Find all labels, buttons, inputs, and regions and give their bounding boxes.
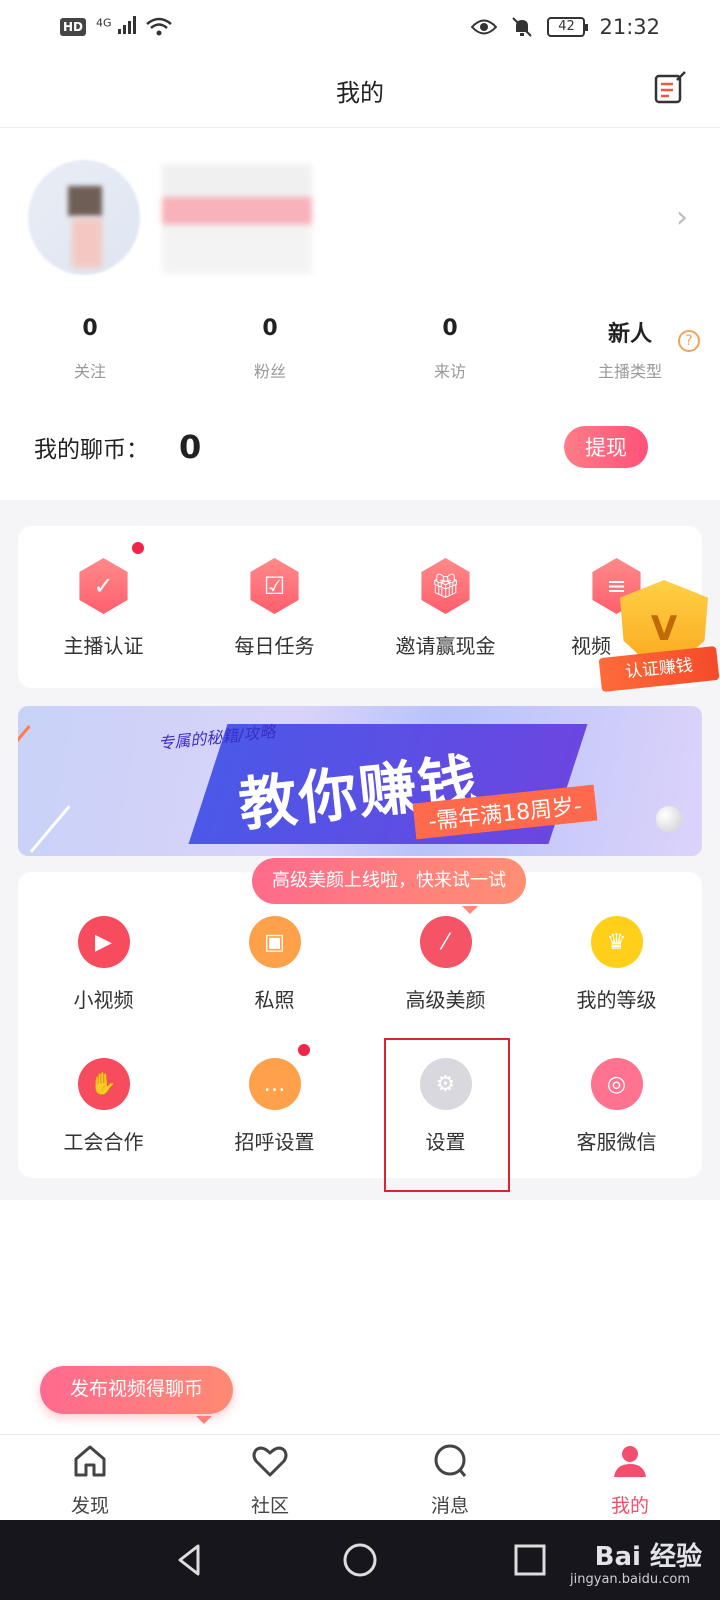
feature-short-video[interactable]: ▶ 小视频 <box>18 916 189 1013</box>
tab-messages[interactable]: 消息 <box>360 1435 540 1520</box>
page-title: 我的 <box>336 79 384 107</box>
stat-label: 关注 <box>73 362 106 381</box>
eye-icon <box>471 19 498 35</box>
feature-label: 小视频 <box>73 988 134 1012</box>
baidu-watermark-url: jingyan.baidu.com <box>570 1572 690 1587</box>
stat-following[interactable]: 0 关注 <box>0 316 180 382</box>
back-icon[interactable] <box>170 1540 210 1580</box>
chevron-right-icon[interactable]: › <box>676 200 688 235</box>
person-icon <box>614 1446 646 1477</box>
edit-icon[interactable] <box>650 68 690 108</box>
feature-label: 高级美颜 <box>405 988 486 1012</box>
action-label: 每日任务 <box>234 634 315 658</box>
chat-bubble-icon: … <box>248 1058 301 1110</box>
magic-wand-icon: ⁄ <box>419 916 472 968</box>
stat-visitors[interactable]: 0 来访 <box>360 316 540 382</box>
action-label: 主播认证 <box>63 634 144 658</box>
network-type: 4G <box>96 16 112 30</box>
beauty-tooltip[interactable]: 高级美颜上线啦，快来试一试 <box>252 858 526 914</box>
bottom-tab-bar: 发现 社区 消息 我的 <box>0 1434 720 1520</box>
page-header: 我的 <box>0 54 720 128</box>
home-circle-icon[interactable] <box>340 1540 380 1580</box>
home-icon <box>74 1445 106 1477</box>
recent-apps-icon[interactable] <box>510 1540 550 1580</box>
crown-icon: ♛ <box>590 916 643 968</box>
notification-dot <box>132 542 144 554</box>
profile-section: › 0 关注 0 粉丝 0 来访 新人 主播类型 ? 我的聊币： 0 提现 <box>0 128 720 500</box>
heart-icon <box>252 1446 288 1477</box>
banner-decoration <box>18 725 31 812</box>
tab-label: 发现 <box>70 1495 109 1517</box>
features-card: ▶ 小视频 ▣ 私照 ⁄ 高级美颜 ♛ 我的等级 ✋ 工会合作 … 招呼设置 ⚙… <box>18 872 702 1178</box>
image-icon: ▣ <box>248 916 301 968</box>
network-indicator: 4G <box>96 15 136 39</box>
settings-highlight-box <box>384 1038 510 1192</box>
feature-label: 私照 <box>254 988 295 1012</box>
feature-guild[interactable]: ✋ 工会合作 <box>18 1058 189 1155</box>
baidu-watermark: Bai 经验 <box>594 1542 702 1572</box>
message-icon <box>434 1444 467 1477</box>
stat-value: 0 <box>82 316 98 341</box>
feature-private-photo[interactable]: ▣ 私照 <box>189 916 360 1013</box>
stat-value: 0 <box>262 316 278 341</box>
feature-label: 招呼设置 <box>234 1130 315 1154</box>
banner-ball <box>656 806 682 832</box>
feature-label: 我的等级 <box>576 988 657 1012</box>
wifi-icon <box>146 17 172 36</box>
feature-my-level[interactable]: ♛ 我的等级 <box>531 916 702 1013</box>
notification-dot <box>298 1044 310 1056</box>
shield-check-icon: ✓ <box>79 558 128 614</box>
feature-label: 工会合作 <box>63 1130 144 1154</box>
stat-label: 主播类型 <box>597 362 662 381</box>
tab-label: 我的 <box>610 1495 649 1517</box>
status-time: 21:32 <box>599 15 660 39</box>
feature-greeting[interactable]: … 招呼设置 <box>189 1058 360 1155</box>
hd-badge: HD <box>60 18 87 36</box>
action-invite[interactable]: 🎁︎ 邀请赢现金 <box>360 558 531 659</box>
battery-indicator: 42 <box>547 17 589 37</box>
help-icon[interactable]: ? <box>678 330 700 352</box>
withdraw-button[interactable]: 提现 <box>564 426 648 468</box>
stat-anchor-type[interactable]: 新人 主播类型 ? <box>540 316 720 382</box>
profile-name-blurred[interactable] <box>162 164 312 274</box>
play-icon: ▶ <box>77 916 130 968</box>
avatar[interactable] <box>28 160 140 275</box>
signal-icon <box>117 16 136 34</box>
feature-beauty[interactable]: ⁄ 高级美颜 <box>360 916 531 1013</box>
cert-earn-badge[interactable]: V 认证赚钱 <box>598 580 720 710</box>
coins-value: 0 <box>179 428 202 466</box>
mute-bell-icon <box>512 17 533 37</box>
gift-icon: 🎁︎ <box>421 558 470 614</box>
tab-discover[interactable]: 发现 <box>0 1435 180 1520</box>
stat-label: 来访 <box>433 362 466 381</box>
wechat-icon: ◎ <box>590 1058 643 1110</box>
tab-label: 社区 <box>250 1495 289 1517</box>
feature-label: 客服微信 <box>576 1130 657 1154</box>
coins-row: 我的聊币： 0 <box>34 428 201 466</box>
coins-label: 我的聊币： <box>34 437 149 463</box>
stat-fans[interactable]: 0 粉丝 <box>180 316 360 382</box>
tab-mine[interactable]: 我的 <box>540 1435 720 1520</box>
action-label: 邀请赢现金 <box>395 634 496 658</box>
banner-decoration <box>29 805 71 853</box>
tab-label: 消息 <box>430 1495 469 1517</box>
stats-row: 0 关注 0 粉丝 0 来访 新人 主播类型 ? <box>0 316 720 382</box>
promo-banner[interactable]: 专属的秘籍/攻略 教你赚钱 -需年满18周岁- <box>18 706 702 856</box>
tab-community[interactable]: 社区 <box>180 1435 360 1520</box>
action-anchor-cert[interactable]: ✓ 主播认证 <box>18 558 189 659</box>
feature-wechat-support[interactable]: ◎ 客服微信 <box>531 1058 702 1155</box>
status-bar: HD 4G 42 21:32 <box>0 0 720 54</box>
publish-video-button[interactable]: 发布视频得聊币 <box>40 1366 234 1424</box>
stat-label: 粉丝 <box>253 362 286 381</box>
handshake-icon: ✋ <box>77 1058 130 1110</box>
action-daily-task[interactable]: ☑ 每日任务 <box>189 558 360 659</box>
stat-value: 0 <box>442 316 458 341</box>
cert-badge-text: 认证赚钱 <box>598 645 720 693</box>
clipboard-check-icon: ☑ <box>250 558 299 614</box>
